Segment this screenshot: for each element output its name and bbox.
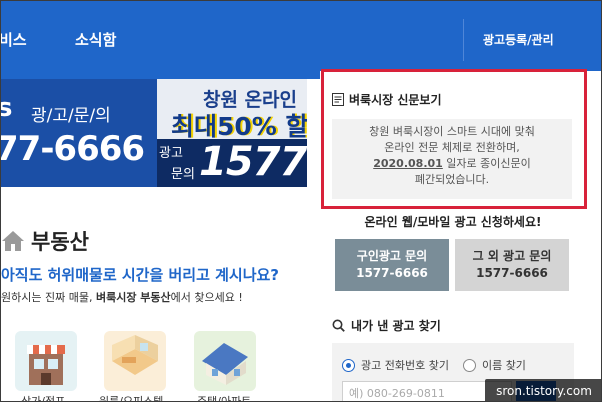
banner-discount: 최대50% 할	[171, 112, 307, 141]
notice-line-2: 온라인 전문 체제로 전환하며,	[384, 141, 520, 154]
home-icon	[2, 231, 24, 251]
banner-ad-label: 광/고/문/의	[31, 106, 111, 126]
other-ad-inquiry-label: 그 외 광고 문의	[472, 249, 552, 263]
category-shop-tile[interactable]	[15, 331, 77, 391]
apply-heading: 온라인 웹/모바일 광고 신청하세요!	[364, 215, 542, 229]
watermark: sron.tistory.com	[485, 379, 601, 401]
banner-ad-label-1: 광고	[159, 146, 183, 161]
find-options: 광고 전화번호 찾기 이름 찾기	[342, 357, 526, 373]
job-ad-inquiry-button[interactable]: 구인광고 문의 1577-6666	[335, 239, 449, 291]
top-nav: 비스 소식함 광고등록/관리	[1, 1, 601, 79]
category-studio-tile[interactable]	[104, 331, 166, 391]
notice-date: 2020.08.01	[373, 157, 443, 170]
document-icon	[332, 93, 344, 106]
job-ad-inquiry-label: 구인광고 문의	[356, 249, 428, 263]
room-icon	[112, 335, 158, 375]
section-headline: 아직도 허위매물로 시간을 버리고 계시나요?	[1, 266, 279, 284]
ad-register-link[interactable]: 광고등록/관리	[483, 31, 554, 48]
section-subline: 원하시는 진짜 매물, 벼룩시장 부동산에서 찾으세요 !	[1, 289, 243, 305]
other-ad-inquiry-phone: 1577-6666	[476, 266, 548, 280]
radio-phone-search-label[interactable]: 광고 전화번호 찾기	[361, 357, 449, 373]
search-icon	[332, 319, 345, 332]
section-title: 부동산	[1, 225, 89, 257]
category-house-label[interactable]: 주택/아파트	[197, 393, 251, 401]
subline-bold: 벼룩시장 부동산	[95, 291, 171, 304]
radio-phone-search[interactable]	[342, 358, 355, 372]
banner-phone-large: 1577-	[199, 139, 307, 185]
find-my-ad-heading-text: 내가 낸 광고 찾기	[351, 319, 441, 333]
ad-banner-left[interactable]: s 광/고/문/의 77-6666	[1, 79, 157, 187]
radio-name-search-label[interactable]: 이름 찾기	[482, 357, 526, 373]
job-ad-inquiry-phone: 1577-6666	[356, 266, 428, 280]
banner-letter: s	[1, 93, 12, 123]
notice-line-3: 2020.08.01 일자로 종이신문이	[332, 156, 572, 172]
notice-title[interactable]: 벼룩시장 신문보기	[332, 91, 442, 108]
find-my-ad-heading: 내가 낸 광고 찾기	[332, 317, 441, 334]
page-frame: 비스 소식함 광고등록/관리 s 광/고/문/의 77-6666 창원 온라인 …	[0, 0, 602, 402]
notice-line-3-suffix: 일자로 종이신문이	[442, 157, 531, 170]
category-studio-label[interactable]: 원룸/오피스텔	[99, 393, 163, 401]
house-icon	[202, 343, 248, 385]
storefront-icon	[27, 345, 65, 385]
nav-divider	[463, 19, 464, 61]
subline-prefix: 원하시는 진짜 매물,	[1, 291, 96, 304]
category-shop-label[interactable]: 상가/점포	[21, 393, 65, 401]
nav-item-services[interactable]: 비스	[1, 29, 27, 50]
notice-line-4: 폐간되었습니다.	[414, 173, 490, 186]
notice-line-1: 창원 벼룩시장이 스마트 시대에 맞춰	[369, 125, 535, 138]
nav-item-news[interactable]: 소식함	[75, 29, 116, 50]
radio-name-search[interactable]	[462, 358, 476, 372]
section-title-text: 부동산	[31, 230, 89, 254]
banner-phone: 77-6666	[1, 129, 145, 169]
other-ad-inquiry-button[interactable]: 그 외 광고 문의 1577-6666	[455, 239, 569, 291]
notice-title-text: 벼룩시장 신문보기	[349, 93, 442, 107]
ad-banner-right[interactable]: 창원 온라인 최대50% 할 광고 문의 1577-	[157, 79, 307, 187]
subline-suffix: 에서 찾으세요 !	[170, 291, 243, 304]
notice-message: 창원 벼룩시장이 스마트 시대에 맞춰 온라인 전문 체제로 전환하며, 202…	[332, 119, 572, 199]
banner-ad-label-2: 문의	[171, 167, 195, 182]
category-house-tile[interactable]	[194, 331, 256, 391]
